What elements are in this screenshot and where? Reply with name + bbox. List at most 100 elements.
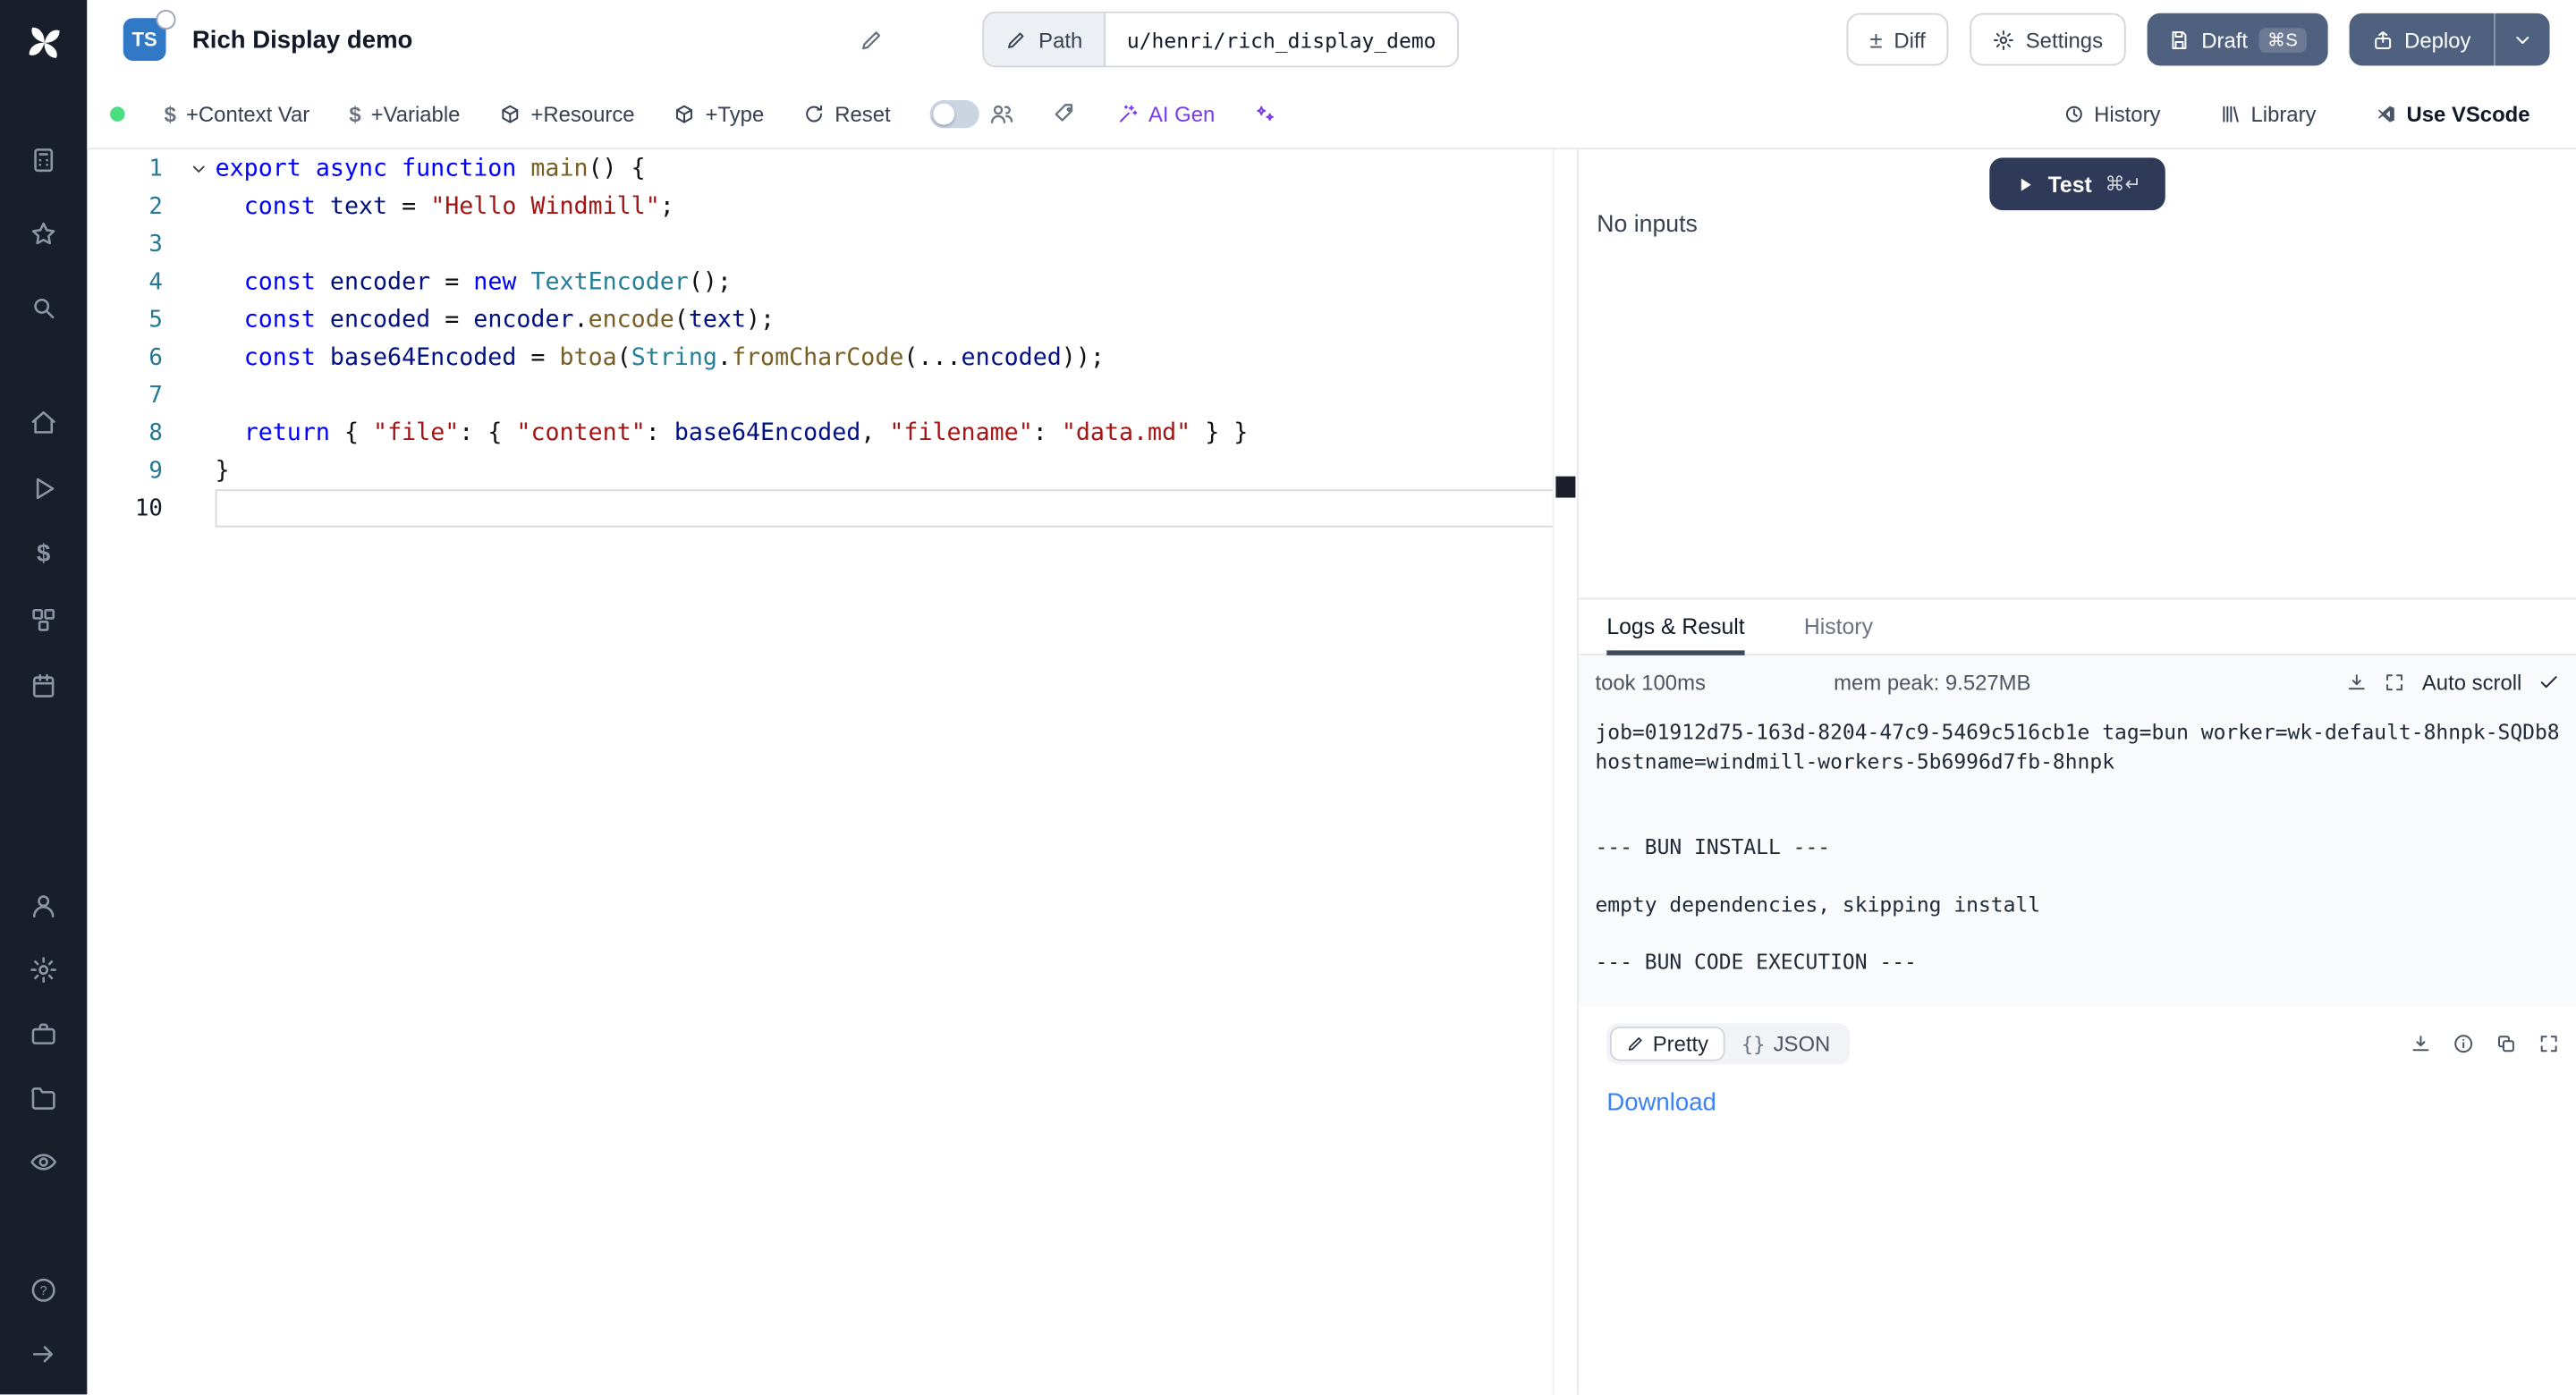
ai-sparkles-icon[interactable] <box>1254 103 1275 124</box>
runs-play-icon[interactable] <box>0 457 87 520</box>
line-number: 4 <box>87 268 182 294</box>
audit-logs-eye-icon[interactable] <box>0 1130 87 1193</box>
diff-label: Diff <box>1894 27 1925 52</box>
code-line[interactable]: 4 const encoder = new TextEncoder(); <box>87 263 1554 300</box>
deploy-button[interactable]: Deploy <box>2349 13 2494 66</box>
download-result-icon[interactable] <box>2410 1033 2431 1054</box>
code-line[interactable]: 6 const base64Encoded = btoa(String.from… <box>87 338 1554 376</box>
line-number: 8 <box>87 419 182 445</box>
add-variable-button[interactable]: $ +Variable <box>349 101 460 126</box>
download-file-link[interactable]: Download <box>1606 1089 1716 1117</box>
took-text: took 100ms <box>1595 670 1705 695</box>
apps-grid-icon[interactable] <box>0 128 87 190</box>
help-icon[interactable]: ? <box>0 1258 87 1321</box>
log-line: empty dependencies, skipping install <box>1595 891 2559 919</box>
user-icon[interactable] <box>0 874 87 936</box>
code-editor[interactable]: 1export async function main() {2 const t… <box>87 149 1577 1394</box>
mem-peak-text: mem peak: 9.527MB <box>1834 670 2030 695</box>
json-view-button[interactable]: {} JSON <box>1725 1027 1847 1061</box>
search-icon[interactable] <box>0 276 87 339</box>
check-icon <box>2538 672 2560 693</box>
code-lines: 1export async function main() {2 const t… <box>87 149 1554 527</box>
line-number: 1 <box>87 156 182 182</box>
expand-sidebar-arrow-icon[interactable] <box>0 1323 87 1385</box>
code-line[interactable]: 9} <box>87 452 1554 489</box>
tab-logs-result[interactable]: Logs & Result <box>1606 599 1744 654</box>
magic-wand-icon <box>1117 103 1139 124</box>
use-vscode-button[interactable]: Use VScode <box>2376 101 2530 126</box>
deploy-dropdown-button[interactable] <box>2494 13 2549 66</box>
editor-overview-ruler[interactable] <box>1553 149 1578 1394</box>
reset-button[interactable]: Reset <box>803 101 890 126</box>
cube-icon <box>500 103 521 124</box>
top-header: TS Rich Display demo Path u/henri/rich_d… <box>87 0 2576 79</box>
add-resource-button[interactable]: +Resource <box>500 101 635 126</box>
test-shortcut: ⌘↵ <box>2105 173 2141 196</box>
windmill-logo[interactable] <box>0 0 87 86</box>
resources-boxes-icon[interactable] <box>0 588 87 651</box>
editor-toolbar: $ +Context Var $ +Variable +Resource +Ty… <box>87 79 2576 149</box>
folders-folder-icon[interactable] <box>0 1066 87 1129</box>
copy-result-icon[interactable] <box>2496 1033 2517 1054</box>
fold-chevron-icon[interactable] <box>182 158 216 178</box>
code-line[interactable]: 5 const encoded = encoder.encode(text); <box>87 300 1554 338</box>
deploy-icon <box>2371 29 2393 50</box>
schedules-calendar-icon[interactable] <box>0 654 87 716</box>
diff-icon: ± <box>1869 28 1882 51</box>
expand-result-icon[interactable] <box>2538 1033 2560 1054</box>
pretty-view-button[interactable]: Pretty <box>1610 1027 1725 1061</box>
settings-button[interactable]: Settings <box>1970 13 2125 66</box>
edit-title-pencil-icon[interactable] <box>860 27 885 52</box>
path-edit-button[interactable]: Path <box>985 13 1106 66</box>
ai-gen-button[interactable]: AI Gen <box>1117 101 1215 126</box>
draft-label: Draft <box>2201 27 2248 52</box>
path-control[interactable]: Path u/henri/rich_display_demo <box>983 12 1459 67</box>
home-icon[interactable] <box>0 391 87 453</box>
path-value[interactable]: u/henri/rich_display_demo <box>1106 13 1457 66</box>
pretty-label: Pretty <box>1653 1031 1708 1056</box>
result-section: Pretty {} JSON <box>1579 1007 2576 1394</box>
deploy-split-button: Deploy <box>2349 13 2550 66</box>
script-title: Rich Display demo <box>192 25 412 53</box>
format-code-button[interactable] <box>1053 101 1078 126</box>
workers-briefcase-icon[interactable] <box>0 1002 87 1064</box>
library-button[interactable]: Library <box>2220 101 2317 126</box>
download-logs-icon[interactable] <box>2346 672 2368 693</box>
code-line[interactable]: 7 <box>87 376 1554 414</box>
dollar-icon: $ <box>349 101 360 126</box>
info-icon[interactable] <box>2453 1033 2474 1054</box>
collab-group <box>930 99 1014 127</box>
code-line[interactable]: 8 return { "file": { "content": base64En… <box>87 414 1554 452</box>
expand-logs-icon[interactable] <box>2385 672 2406 693</box>
use-vscode-label: Use VScode <box>2407 101 2530 126</box>
add-type-button[interactable]: +Type <box>674 101 765 126</box>
test-area: Test ⌘↵ No inputs <box>1579 149 2576 599</box>
settings-gear-icon[interactable] <box>0 938 87 1001</box>
result-tabs: Logs & Result History <box>1579 599 2576 655</box>
language-badge: TS <box>123 18 166 61</box>
people-icon <box>989 101 1014 126</box>
diff-button[interactable]: ± Diff <box>1847 13 1949 66</box>
add-context-var-button[interactable]: $ +Context Var <box>165 101 310 126</box>
add-variable-label: +Variable <box>371 101 461 126</box>
history-button[interactable]: History <box>2063 101 2160 126</box>
test-button[interactable]: Test ⌘↵ <box>1989 157 2166 210</box>
code-line[interactable]: 1export async function main() { <box>87 149 1554 187</box>
code-line[interactable]: 10 <box>87 489 1554 527</box>
play-icon <box>2013 173 2035 195</box>
collab-toggle[interactable] <box>930 99 979 127</box>
line-number: 3 <box>87 231 182 257</box>
line-number: 9 <box>87 458 182 484</box>
line-number: 6 <box>87 344 182 370</box>
variables-dollar-icon[interactable]: $ <box>0 522 87 585</box>
draft-button[interactable]: Draft ⌘S <box>2148 13 2327 66</box>
test-label: Test <box>2048 172 2092 197</box>
code-line[interactable]: 2 const text = "Hello Windmill"; <box>87 187 1554 224</box>
dollar-icon: $ <box>165 101 176 126</box>
no-inputs-text: No inputs <box>1597 212 1698 238</box>
favorites-star-icon[interactable] <box>0 202 87 265</box>
code-line[interactable]: 3 <box>87 225 1554 263</box>
auto-scroll-checkbox[interactable] <box>2538 672 2560 693</box>
tab-history[interactable]: History <box>1804 599 1873 654</box>
log-line <box>1595 775 2559 804</box>
